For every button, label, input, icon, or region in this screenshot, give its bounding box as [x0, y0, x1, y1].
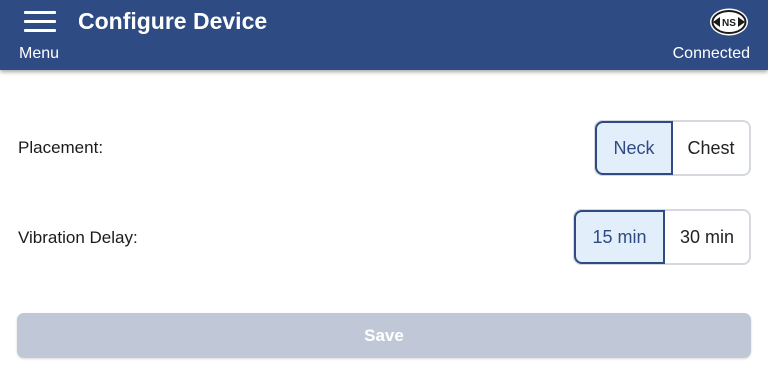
page-title: Configure Device	[78, 8, 268, 34]
placement-option-neck[interactable]: Neck	[595, 121, 673, 175]
vibration-delay-label: Vibration Delay:	[18, 228, 138, 247]
connection-status: Connected	[672, 45, 750, 62]
menu-label[interactable]: Menu	[19, 45, 59, 63]
app-header: Menu Configure Device NS Connected	[0, 0, 768, 70]
vibration-delay-option-15[interactable]: 15 min	[574, 210, 665, 264]
vibration-delay-option-30[interactable]: 30 min	[664, 211, 749, 263]
logo-text: NS	[722, 18, 736, 29]
placement-label: Placement:	[18, 138, 104, 157]
vibration-delay-segmented-control: 15 min 30 min	[573, 209, 751, 265]
hamburger-menu-icon[interactable]	[24, 11, 56, 33]
placement-option-chest[interactable]: Chest	[672, 122, 749, 174]
save-button[interactable]: Save	[17, 313, 751, 358]
placement-segmented-control: Neck Chest	[594, 120, 751, 176]
ns-logo-icon: NS	[709, 7, 749, 37]
